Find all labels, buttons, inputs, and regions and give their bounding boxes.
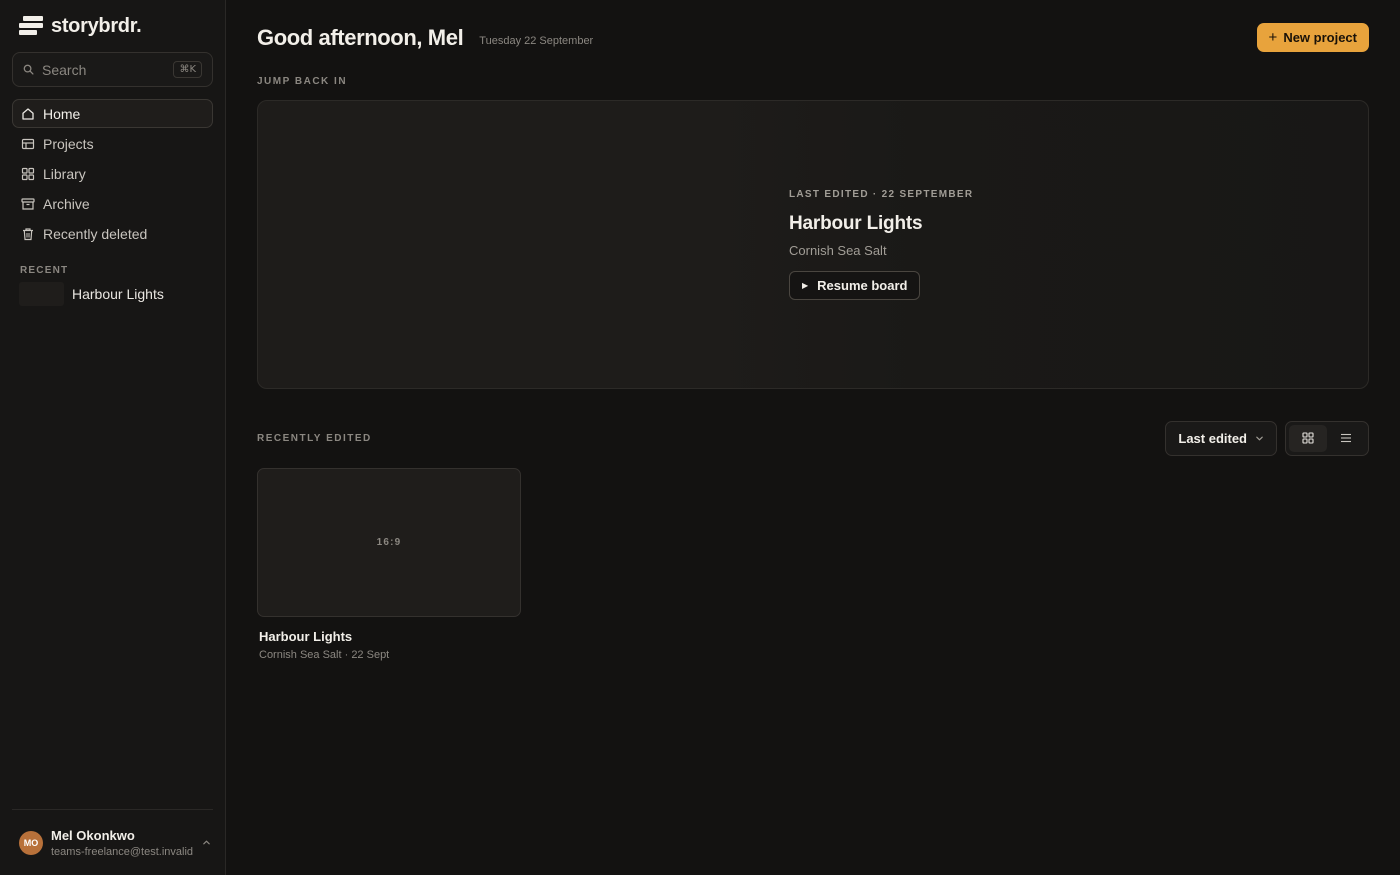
library-icon	[21, 167, 35, 180]
project-card[interactable]: 16:9 Harbour Lights Cornish Sea Salt · 2…	[257, 468, 521, 661]
list-view-button[interactable]	[1327, 425, 1365, 452]
sidebar-item-recently-deleted[interactable]: Recently deleted	[12, 219, 213, 248]
brand-name: storybrdr.	[51, 14, 142, 37]
sidebar-item-label: Library	[43, 165, 86, 182]
hero-last-edited: LAST EDITED · 22 SEPTEMBER	[789, 189, 974, 200]
sidebar-item-label: Recently deleted	[43, 225, 148, 242]
resume-board-button[interactable]: ▶ Resume board	[789, 271, 921, 300]
main-content: Good afternoon, Mel Tuesday 22 September…	[226, 0, 1400, 875]
hero-content: LAST EDITED · 22 SEPTEMBER Harbour Light…	[789, 189, 973, 300]
hero-client-name: Cornish Sea Salt	[789, 243, 887, 258]
chevron-up-icon	[203, 840, 210, 845]
brand-logo[interactable]: storybrdr.	[12, 0, 213, 50]
trash-icon	[23, 227, 33, 240]
recently-edited-header: RECENTLY EDITED Last edited	[257, 420, 1369, 456]
avatar: MO	[19, 830, 43, 855]
search-icon	[23, 64, 34, 75]
new-project-button[interactable]: + New project	[1256, 23, 1369, 52]
recent-item-label: Harbour Lights	[72, 286, 164, 302]
sidebar-nav: Home Projects Library Archive Recently d…	[12, 99, 213, 248]
recently-edited-label: RECENTLY EDITED	[257, 432, 372, 444]
recent-section-label: RECENT	[20, 265, 69, 276]
recent-item-thumbnail	[19, 282, 64, 306]
resume-board-label: Resume board	[817, 278, 908, 293]
search-input[interactable]: Search ⌘K	[12, 52, 213, 87]
new-project-label: New project	[1283, 30, 1357, 45]
sidebar-item-projects[interactable]: Projects	[12, 129, 213, 158]
project-card-thumbnail: 16:9	[257, 468, 521, 617]
current-date: Tuesday 22 September	[479, 35, 594, 47]
sort-label: Last edited	[1178, 430, 1247, 446]
hero-project-title: Harbour Lights	[789, 213, 923, 234]
archive-icon	[21, 197, 35, 210]
user-info: Mel Okonkwo teams-freelance@test.invalid	[51, 828, 202, 858]
chevron-down-icon	[1256, 436, 1263, 440]
jump-back-in-label: JUMP BACK IN	[257, 76, 348, 87]
play-icon: ▶	[802, 281, 809, 290]
user-menu[interactable]: MO Mel Okonkwo teams-freelance@test.inva…	[12, 809, 213, 875]
grid-icon	[1302, 432, 1314, 444]
aspect-ratio-label: 16:9	[376, 537, 402, 548]
page-title: Good afternoon, Mel	[257, 25, 464, 50]
sidebar-item-home[interactable]: Home	[12, 99, 213, 128]
jump-back-in-card[interactable]: LAST EDITED · 22 SEPTEMBER Harbour Light…	[257, 100, 1369, 389]
user-email: teams-freelance@test.invalid	[51, 845, 194, 858]
home-icon	[22, 107, 34, 120]
page-header: Good afternoon, Mel Tuesday 22 September	[257, 0, 1369, 76]
project-card-title: Harbour Lights	[259, 629, 353, 644]
projects-icon	[21, 138, 35, 149]
project-card-subtitle: Cornish Sea Salt · 22 Sept	[259, 649, 390, 661]
search-placeholder: Search	[42, 61, 87, 78]
plus-icon: +	[1268, 29, 1278, 46]
sidebar-item-label: Home	[43, 105, 81, 122]
list-icon	[1341, 433, 1351, 443]
sidebar-item-label: Archive	[43, 195, 90, 212]
sidebar-item-archive[interactable]: Archive	[12, 189, 213, 218]
sidebar-item-label: Projects	[43, 135, 94, 152]
recent-item[interactable]: Harbour Lights	[12, 282, 213, 306]
sidebar-item-library[interactable]: Library	[12, 159, 213, 188]
user-name: Mel Okonkwo	[51, 827, 135, 843]
search-shortcut-badge: ⌘K	[173, 61, 202, 78]
app-root: storybrdr. Search ⌘K Home Projects Libra…	[0, 0, 1400, 875]
view-toggle	[1285, 420, 1369, 456]
sidebar: storybrdr. Search ⌘K Home Projects Libra…	[0, 0, 226, 875]
view-controls: Last edited	[1165, 420, 1369, 456]
logo-icon	[19, 15, 43, 37]
sort-dropdown[interactable]: Last edited	[1165, 420, 1277, 456]
grid-view-button[interactable]	[1289, 424, 1327, 452]
